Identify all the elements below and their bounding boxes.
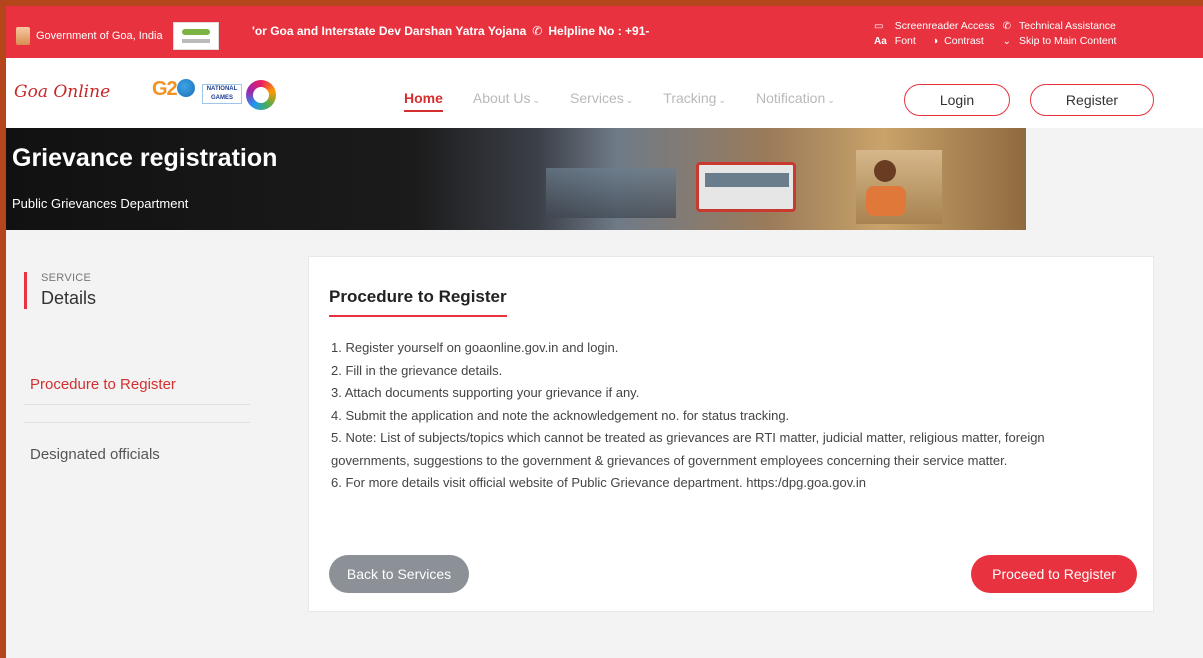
- goa-online-logo[interactable]: Goa Online: [14, 82, 110, 102]
- nav-home-label: Home: [404, 90, 443, 106]
- banner-photo-bus: [696, 162, 796, 212]
- nav-menu: Home About Us ⌄ Services ⌄ Tracking ⌄ Notif…: [404, 90, 835, 112]
- banner-photo-artisan: [856, 150, 942, 224]
- nav-services[interactable]: Services ⌄: [570, 90, 633, 112]
- chevron-down-icon: ⌄: [827, 95, 835, 105]
- chevron-down-icon: ⌄: [625, 95, 634, 105]
- proceed-to-register-button[interactable]: Proceed to Register: [971, 555, 1137, 593]
- nav-about-label: About Us: [472, 90, 531, 106]
- state-emblem-icon: [16, 27, 30, 45]
- sidebar-item-procedure[interactable]: Procedure to Register: [24, 376, 182, 393]
- department-name: Public Grievances Department: [12, 196, 189, 211]
- national-games-text: NATIONAL GAMES: [202, 84, 242, 104]
- service-details-heading: SERVICE Details: [24, 272, 254, 309]
- government-label[interactable]: Government of Goa, India: [16, 22, 219, 50]
- service-label: SERVICE: [41, 272, 92, 284]
- page-title: Grievance registration: [12, 144, 278, 172]
- contrast-label[interactable]: Contrast: [944, 35, 984, 47]
- sidebar-item-designated-officials[interactable]: Designated officials: [24, 446, 166, 463]
- helpline-text: Helpline No : +91-: [548, 24, 650, 38]
- step-item: 1. Register yourself on goaonline.gov.in…: [331, 340, 619, 355]
- games-swirl-icon: [246, 80, 276, 110]
- nav-home[interactable]: Home: [404, 90, 443, 112]
- accessibility-tools: ▭ Screenreader Access ✆ Technical Assist…: [874, 20, 1116, 47]
- details-label: Details: [41, 288, 97, 308]
- g20-text: G2: [152, 78, 178, 100]
- top-bar: Government of Goa, India 'or Goa and Int…: [6, 6, 1203, 58]
- government-text: Government of Goa, India: [36, 30, 163, 42]
- step-item: 6. For more details visit official websi…: [331, 475, 866, 490]
- banner-photo-people: [546, 168, 676, 218]
- font-link[interactable]: Font ◑ Contrast: [895, 35, 995, 47]
- ticker-text: 'or Goa and Interstate Dev Darshan Yatra…: [252, 24, 527, 38]
- back-to-services-button[interactable]: Back to Services: [329, 555, 469, 593]
- step-item: 2. Fill in the grievance details.: [331, 362, 503, 378]
- national-games-logo: NATIONAL GAMES: [202, 80, 280, 114]
- font-label: Font: [894, 35, 916, 47]
- g20-logo: G2: [152, 78, 195, 101]
- nav-tracking-label: Tracking: [663, 90, 717, 106]
- nav-notification-label: Notification: [756, 90, 826, 106]
- font-icon: Aa: [874, 35, 887, 47]
- announcement-ticker: 'or Goa and Interstate Dev Darshan Yatra…: [252, 24, 649, 38]
- nav-about-us[interactable]: About Us ⌄: [473, 90, 540, 112]
- screenreader-link[interactable]: Screenreader Access: [895, 20, 995, 32]
- phone-icon: ✆: [1002, 20, 1011, 32]
- service-sidebar: SERVICE Details Procedure to Register De…: [24, 272, 254, 463]
- register-button[interactable]: Register: [1030, 84, 1154, 116]
- technical-assistance-link[interactable]: Technical Assistance: [1019, 20, 1116, 32]
- divider: [24, 422, 250, 423]
- procedure-steps: 1. Register yourself on goaonline.gov.in…: [331, 337, 1121, 495]
- nav-tracking[interactable]: Tracking ⌄: [663, 90, 726, 112]
- chevron-down-icon: ⌄: [1002, 35, 1011, 47]
- step-item: 3. Attach documents supporting your grie…: [331, 385, 640, 400]
- step-item: 4. Submit the application and note the a…: [331, 407, 790, 423]
- login-button[interactable]: Login: [904, 84, 1010, 116]
- chevron-down-icon: ⌄: [718, 95, 726, 105]
- phone-icon: ✆: [532, 24, 543, 38]
- contrast-icon: ◑: [931, 35, 939, 47]
- chevron-down-icon: ⌄: [532, 95, 541, 105]
- globe-icon: [176, 79, 195, 97]
- step-item: 5. Note: List of subjects/topics which c…: [331, 430, 1045, 468]
- divider: [24, 404, 250, 405]
- monitor-icon: ▭: [874, 20, 884, 32]
- procedure-card: Procedure to Register 1. Register yourse…: [308, 256, 1154, 612]
- card-title: Procedure to Register: [329, 287, 507, 317]
- nav-services-label: Services: [570, 90, 624, 106]
- page-banner: Grievance registration Public Grievances…: [6, 128, 1026, 230]
- main-nav: Goa Online G2 NATIONAL GAMES Home About …: [6, 58, 1203, 128]
- nav-notification[interactable]: Notification ⌄: [756, 90, 835, 112]
- page: Government of Goa, India 'or Goa and Int…: [6, 6, 1203, 658]
- skip-to-main-link[interactable]: Skip to Main Content: [1019, 35, 1116, 47]
- campaign-logo: [172, 22, 219, 50]
